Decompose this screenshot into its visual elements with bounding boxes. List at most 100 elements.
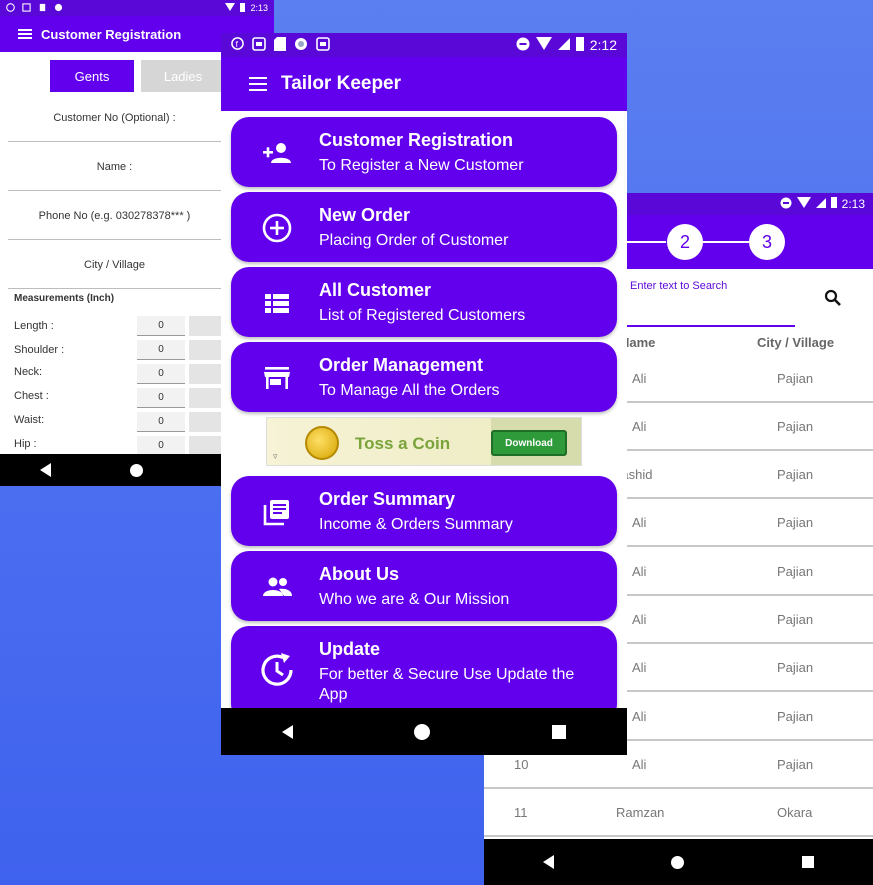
wifi-icon	[225, 3, 236, 13]
battery-icon	[575, 36, 584, 54]
menu-subtitle: Who we are & Our Mission	[319, 591, 510, 608]
notification-icon	[252, 36, 266, 54]
system-icons: 2:12	[516, 36, 617, 54]
svg-text:f: f	[236, 39, 239, 49]
row-city: Pajian	[777, 709, 814, 724]
row-name: Ramzan	[616, 805, 665, 820]
recents-icon[interactable]	[552, 724, 567, 739]
measurement-row: Neck: 0	[14, 364, 222, 386]
back-icon[interactable]	[39, 463, 51, 477]
summary-icon	[261, 496, 293, 528]
row-city: Okara	[777, 805, 813, 820]
download-button[interactable]: Download	[491, 430, 567, 456]
wifi-icon	[796, 197, 811, 211]
recents-icon[interactable]	[802, 856, 815, 868]
menu-order-summary[interactable]: Order Summary Income & Orders Summary	[231, 476, 617, 546]
person-add-icon	[261, 137, 293, 169]
notification-icons	[6, 2, 65, 14]
measurement-label: Length :	[14, 320, 54, 332]
system-icons: 2:13	[225, 2, 268, 14]
measurement-row: Shoulder : 0	[14, 340, 222, 362]
measurement-input[interactable]: 0	[137, 436, 185, 456]
measurement-input-secondary[interactable]	[189, 436, 222, 456]
menu-subtitle: To Register a New Customer	[319, 157, 524, 174]
status-bar: 2:13	[0, 0, 274, 16]
signal-icon	[815, 197, 826, 211]
search-input[interactable]: Enter text to Search	[630, 280, 727, 292]
menu-subtitle: To Manage All the Orders	[319, 382, 500, 399]
measurement-input-secondary[interactable]	[189, 316, 222, 336]
menu-subtitle: Placing Order of Customer	[319, 232, 509, 249]
phone-field[interactable]: Phone No (e.g. 030278378*** )	[8, 192, 221, 240]
tab-ladies[interactable]: Ladies	[141, 60, 225, 92]
row-name: Ali	[632, 564, 647, 579]
measurement-input[interactable]: 0	[137, 412, 185, 432]
column-header-city: City / Village	[757, 335, 835, 350]
row-name: Ali	[632, 709, 647, 724]
measurement-label: Chest :	[14, 390, 49, 402]
measurement-row: Length : 0	[14, 316, 222, 338]
page-title: Customer Registration	[41, 26, 182, 42]
menu-all-customer[interactable]: All Customer List of Registered Customer…	[231, 267, 617, 337]
tab-gents[interactable]: Gents	[50, 60, 134, 92]
measurement-label: Shoulder :	[14, 344, 65, 356]
measurement-row: Chest : 0	[14, 388, 222, 410]
circle-icon	[54, 3, 65, 14]
row-city: Pajian	[777, 564, 814, 579]
step-2[interactable]: 2	[667, 224, 703, 260]
system-nav-bar	[221, 708, 627, 755]
menu-customer-registration[interactable]: Customer Registration To Register a New …	[231, 117, 617, 187]
ad-banner[interactable]: Toss a Coin Download ▿	[266, 417, 582, 466]
step-3[interactable]: 3	[749, 224, 785, 260]
status-time: 2:12	[589, 37, 617, 53]
menu-subtitle: For better & Secure Use Update the App	[319, 666, 575, 703]
measurement-input-secondary[interactable]	[189, 340, 222, 360]
gender-tabs: Gents Ladies	[50, 60, 225, 92]
city-field[interactable]: City / Village	[8, 241, 221, 289]
people-icon	[261, 571, 293, 603]
ad-title: Toss a Coin	[355, 434, 451, 453]
measurement-input-secondary[interactable]	[189, 364, 222, 384]
home-icon[interactable]	[671, 855, 685, 869]
measurement-input[interactable]: 0	[137, 316, 185, 336]
main-menu-screen: f 2:12 Tailor Keeper Customer Registrati…	[221, 33, 627, 755]
ad-choices-icon[interactable]: ▿	[273, 451, 278, 462]
menu-subtitle: List of Registered Customers	[319, 307, 526, 324]
measurement-input-secondary[interactable]	[189, 388, 222, 408]
menu-about-us[interactable]: About Us Who we are & Our Mission	[231, 551, 617, 621]
measurement-input[interactable]: 0	[137, 364, 185, 384]
customer-no-field[interactable]: Customer No (Optional) :	[8, 94, 221, 142]
measurement-input[interactable]: 0	[137, 340, 185, 360]
notification-icon	[22, 2, 33, 14]
row-city: Pajian	[777, 371, 814, 386]
search-icon[interactable]	[824, 289, 842, 307]
menu-title: Customer Registration	[319, 130, 514, 150]
measurement-input-secondary[interactable]	[189, 412, 222, 432]
step-connector	[703, 241, 749, 243]
row-city: Pajian	[777, 467, 814, 482]
table-row[interactable]: 11 Ramzan Okara	[484, 789, 873, 837]
menu-icon[interactable]	[249, 77, 267, 91]
store-icon	[261, 362, 293, 394]
home-icon[interactable]	[129, 463, 143, 477]
row-name: Ali	[632, 419, 647, 434]
back-icon[interactable]	[542, 855, 554, 869]
add-circle-icon	[261, 212, 293, 244]
menu-new-order[interactable]: New Order Placing Order of Customer	[231, 192, 617, 262]
system-icons: 2:13	[780, 197, 865, 212]
row-city: Pajian	[777, 660, 814, 675]
facebook-icon: f	[231, 37, 244, 53]
notification-icon	[316, 36, 330, 54]
sd-card-icon	[274, 36, 286, 54]
menu-icon[interactable]	[18, 29, 32, 39]
signal-icon	[557, 37, 570, 53]
list-icon	[261, 287, 293, 319]
wifi-icon	[535, 37, 552, 53]
home-icon[interactable]	[414, 723, 431, 740]
measurement-label: Waist:	[14, 414, 45, 426]
measurement-input[interactable]: 0	[137, 388, 185, 408]
coin-icon	[305, 426, 339, 460]
name-field[interactable]: Name :	[8, 143, 221, 191]
menu-order-management[interactable]: Order Management To Manage All the Order…	[231, 342, 617, 412]
back-icon[interactable]	[281, 724, 293, 739]
